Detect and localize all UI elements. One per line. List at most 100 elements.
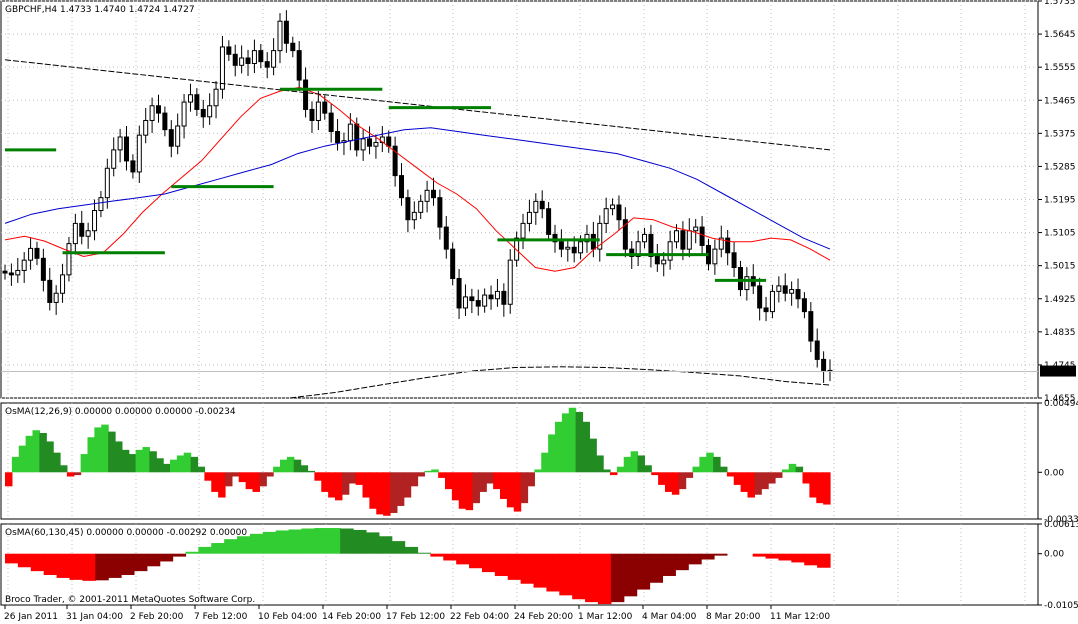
osma-bar xyxy=(781,469,790,473)
osma-bar xyxy=(307,470,315,473)
osma-bar xyxy=(198,546,212,554)
candle-body xyxy=(328,112,334,132)
candle-body xyxy=(213,88,219,107)
candle-body xyxy=(347,123,353,142)
candle-body xyxy=(610,204,616,210)
candle-body xyxy=(501,290,507,305)
candle-body xyxy=(488,294,494,300)
candle-body xyxy=(667,241,673,261)
x-tick-label: 24 Feb 20:00 xyxy=(514,612,573,622)
candle-body xyxy=(674,230,680,243)
osma-bar xyxy=(348,472,357,484)
osma-bar xyxy=(121,449,130,473)
y-tick-label: 1.4925 xyxy=(1044,295,1076,305)
osma-bar xyxy=(701,553,715,560)
candle-body xyxy=(603,208,609,224)
osma-bar xyxy=(121,553,135,576)
candle-body xyxy=(8,272,14,276)
osma-bar xyxy=(211,543,225,554)
osma-bar xyxy=(46,441,54,473)
current-price-label: 1.4727 xyxy=(1042,368,1074,378)
osma-bar xyxy=(142,447,150,473)
candle-body xyxy=(155,105,161,114)
osma-bar xyxy=(559,553,573,596)
candle-body xyxy=(526,211,532,224)
osma-bar xyxy=(636,553,651,590)
candle-body xyxy=(98,197,104,212)
candle-body xyxy=(322,101,328,114)
x-tick-label: 31 Jan 04:00 xyxy=(66,612,123,622)
candle-body xyxy=(239,57,245,66)
osma-bar xyxy=(403,472,412,498)
candle-body xyxy=(85,230,91,237)
osma-bar xyxy=(314,472,322,481)
osma-bar xyxy=(597,553,612,605)
osma-bar xyxy=(301,528,315,554)
osma-bar xyxy=(218,472,226,498)
y-tick-label: 0.00613 xyxy=(1044,520,1078,530)
osma-bar xyxy=(115,441,123,473)
y-tick-label: 1.5285 xyxy=(1044,162,1076,172)
osma-bar xyxy=(94,427,102,473)
osma-bar xyxy=(575,411,584,473)
osma-bar xyxy=(582,421,590,473)
candle-body xyxy=(143,119,149,136)
candle-body xyxy=(181,101,187,127)
candle-body xyxy=(271,50,277,68)
candle-body xyxy=(443,226,449,250)
osma-bar xyxy=(431,469,439,473)
candle-body xyxy=(661,259,667,265)
x-tick-label: 11 Mar 12:00 xyxy=(770,612,830,622)
y-tick-label: -0.01059 xyxy=(1044,601,1078,611)
x-tick-label: 14 Feb 20:00 xyxy=(322,612,381,622)
y-tick-label: 0.00 xyxy=(1044,550,1064,560)
osma-bar xyxy=(39,433,47,473)
osma-bar xyxy=(56,553,71,578)
candle-body xyxy=(53,292,59,303)
osma-bar xyxy=(172,553,187,557)
osma-bar xyxy=(300,465,309,473)
candle-body xyxy=(124,136,130,162)
osma-bar xyxy=(506,472,515,508)
osma-bar xyxy=(25,435,34,473)
candle-body xyxy=(315,101,321,121)
chart-title: GBPCHF,H4 1.4733 1.4740 1.4724 1.4727 xyxy=(5,5,195,15)
osma-bar xyxy=(328,472,336,498)
osma-bar xyxy=(18,445,27,473)
candle-body xyxy=(117,136,123,151)
osma-bar xyxy=(706,452,714,473)
candle-body xyxy=(283,20,289,44)
osma-bar xyxy=(225,472,233,487)
osma-bar xyxy=(817,553,831,568)
osma-bar xyxy=(424,470,432,473)
osma-bar xyxy=(108,431,116,473)
candle-body xyxy=(731,252,737,269)
osma-bar xyxy=(341,472,350,495)
osma-bar xyxy=(568,407,577,473)
candle-body xyxy=(373,142,379,147)
candle-body xyxy=(21,259,27,271)
osma-bar xyxy=(534,469,542,473)
x-tick-label: 1 Mar 12:00 xyxy=(578,612,633,622)
candle-body xyxy=(15,269,21,276)
osma-bar xyxy=(211,472,219,492)
candle-body xyxy=(814,340,820,360)
osma-bar xyxy=(238,472,247,483)
candle-body xyxy=(411,211,417,221)
osma-bar xyxy=(390,472,398,513)
y-tick-label: 1.5645 xyxy=(1044,30,1076,40)
osma-bar xyxy=(610,472,618,476)
candle-body xyxy=(309,108,315,121)
y-tick-label: 1.5735 xyxy=(1044,0,1076,7)
candle-body xyxy=(450,248,456,280)
osma-bar xyxy=(87,437,95,473)
osma-title: OsMA(12,26,9) 0.00000 0.00000 0.00000 -0… xyxy=(5,407,236,417)
candle-body xyxy=(367,138,373,147)
osma-bar xyxy=(82,553,96,581)
candle-body xyxy=(776,285,782,292)
osma-bar xyxy=(726,472,735,477)
candle-body xyxy=(245,57,251,64)
osma-bar xyxy=(486,472,494,484)
candle-body xyxy=(507,259,513,305)
osma-bar xyxy=(465,472,474,511)
